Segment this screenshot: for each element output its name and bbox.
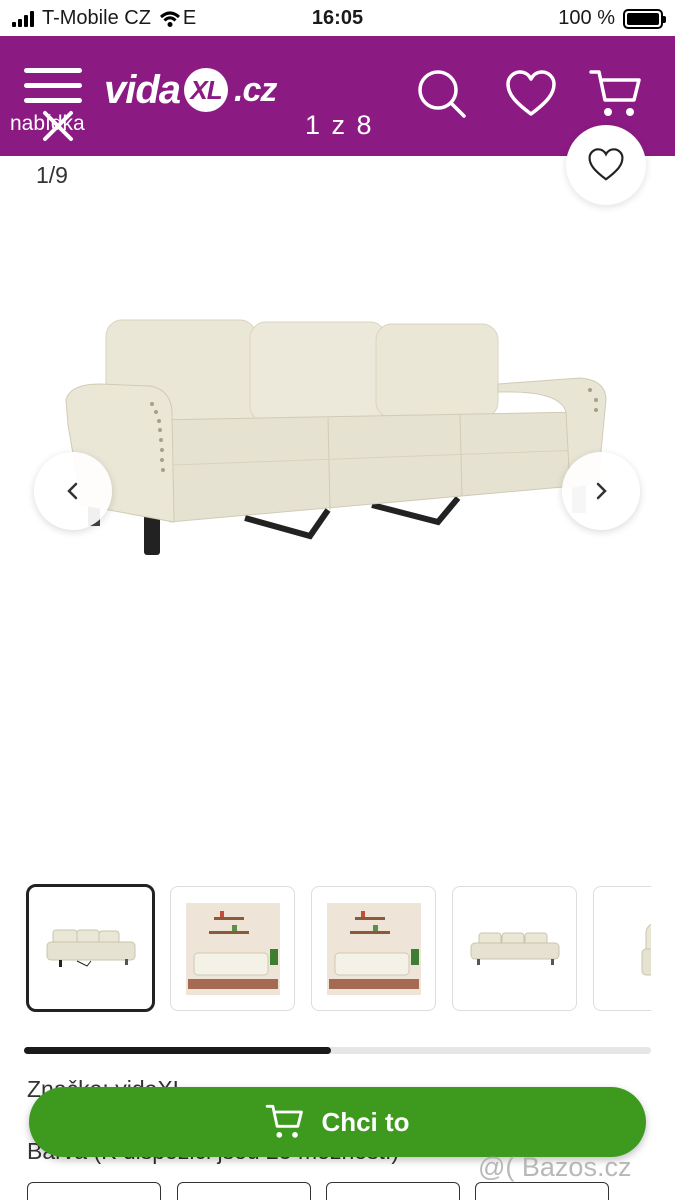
thumbnail-scroll-progress [24,1047,651,1054]
thumb-sofa-front[interactable] [26,884,155,1012]
product-image[interactable] [60,300,620,570]
progress-fill [24,1047,332,1054]
heart-icon [588,148,624,181]
logo-mark-icon: XL [184,68,229,112]
thumb-sofa-arm[interactable] [593,886,651,1011]
svg-text:XL: XL [188,75,221,105]
image-counter: 1 z 8 [305,110,374,140]
cart-icon [266,1104,304,1138]
color-option[interactable] [475,1182,609,1200]
logo-prefix: vida [104,67,181,112]
color-option[interactable] [27,1182,161,1200]
vidaxl-logo[interactable]: vida XL .cz [104,66,277,114]
heart-icon[interactable] [503,66,559,122]
thumb-sofa-room-2[interactable] [311,886,436,1011]
color-option[interactable] [177,1182,311,1200]
battery-fill [627,12,659,25]
battery-icon [623,8,666,29]
battery-percent: 100 % [558,7,615,29]
thumb-sofa-room[interactable] [170,886,295,1011]
menu-icon[interactable] [24,68,82,104]
add-to-cart-label: Chci to [321,1106,410,1137]
color-options [27,1182,647,1200]
search-icon[interactable] [414,66,470,122]
status-bar: T-Mobile CZ E 16:05 100 % [0,0,675,36]
prev-image-button[interactable] [34,452,112,530]
cart-icon[interactable] [588,66,644,122]
chevron-right-icon [596,482,607,500]
chevron-left-icon [67,482,78,500]
thumbnail-strip[interactable] [25,884,651,1014]
add-to-cart-button[interactable]: Chci to [29,1087,646,1157]
favorite-button[interactable] [566,125,646,205]
next-image-button[interactable] [562,452,640,530]
logo-suffix: .cz [234,70,277,109]
close-icon[interactable] [40,108,76,144]
image-index: 1/9 [36,162,68,188]
thumb-sofa-side[interactable] [452,886,577,1011]
site-header: nabídka vida XL .cz 1 z 8 [0,36,675,156]
battery-area: 100 % [558,7,666,30]
color-option[interactable] [326,1182,460,1200]
bazos-watermark: @( Bazos.cz [478,1152,632,1182]
